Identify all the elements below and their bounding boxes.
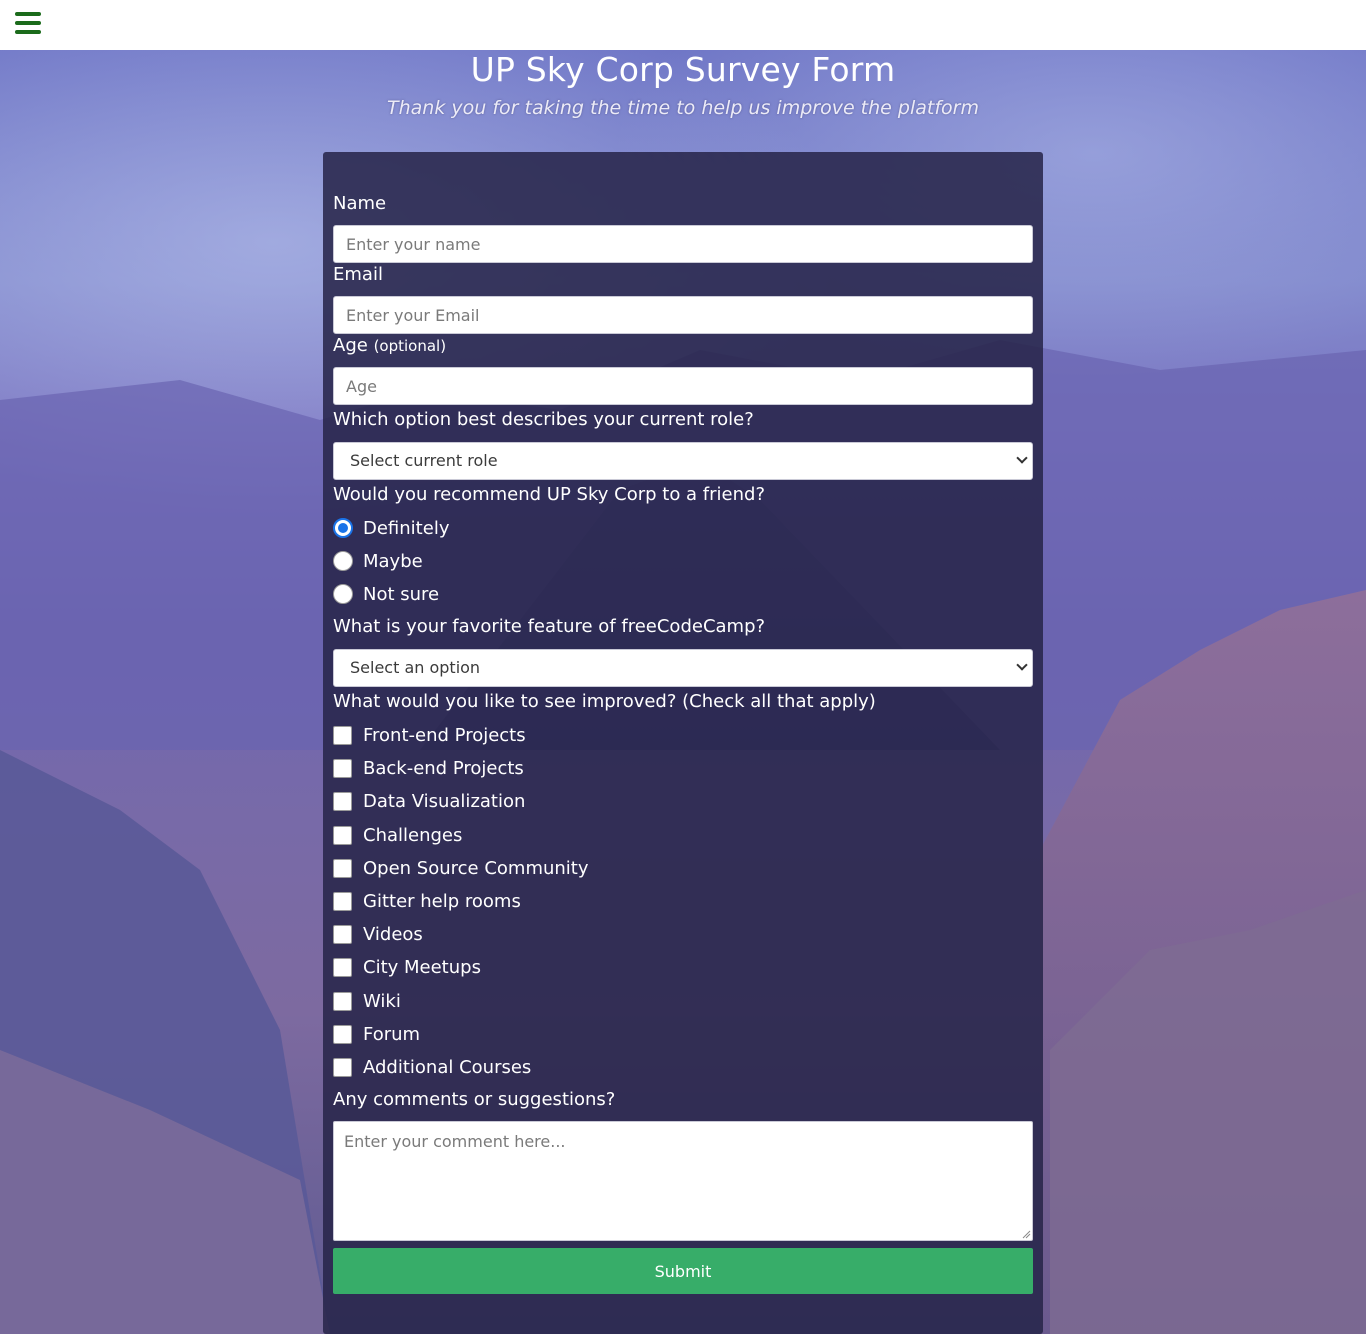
improve-option-open-source[interactable]: Open Source Community (333, 855, 589, 881)
age-label-text: Age (333, 335, 368, 356)
comments-textarea[interactable] (333, 1121, 1033, 1241)
chevron-down-icon (1016, 659, 1028, 671)
checkbox[interactable] (333, 858, 352, 878)
checkbox-label: Forum (363, 1023, 421, 1045)
email-label: Email (333, 264, 383, 285)
checkbox-label: Open Source Community (363, 857, 589, 879)
checkbox-label: Challenges (363, 824, 463, 846)
favorite-feature-label: What is your favorite feature of freeCod… (333, 616, 766, 637)
checkbox[interactable] (333, 1024, 352, 1044)
favorite-feature-dropdown[interactable]: Select an option (333, 649, 1033, 687)
improve-option-back-end[interactable]: Back-end Projects (333, 755, 524, 781)
submit-button[interactable]: Submit (333, 1248, 1033, 1294)
top-nav-bar (0, 0, 1366, 50)
checkbox[interactable] (333, 791, 352, 811)
radio-option-label: Definitely (363, 517, 450, 539)
checkbox-label: Front-end Projects (363, 724, 526, 746)
comments-label: Any comments or suggestions? (333, 1089, 616, 1110)
checkbox[interactable] (333, 1057, 352, 1077)
resize-grip-icon[interactable] (1021, 1229, 1031, 1239)
improve-option-videos[interactable]: Videos (333, 921, 423, 947)
name-label: Name (333, 193, 387, 214)
checkbox-label: Wiki (363, 990, 401, 1012)
hamburger-line (15, 12, 41, 16)
checkbox[interactable] (333, 957, 352, 977)
recommend-option-definitely[interactable]: Definitely (333, 515, 449, 541)
radio-option-label: Not sure (363, 583, 440, 605)
improve-label: What would you like to see improved? (Ch… (333, 691, 876, 712)
survey-form: Name Email Age (optional) Which option b… (323, 152, 1043, 1334)
checkbox[interactable] (333, 924, 352, 944)
improve-option-additional-courses[interactable]: Additional Courses (333, 1054, 531, 1080)
checkbox-label: Videos (363, 923, 423, 945)
role-dropdown[interactable]: Select current role (333, 442, 1033, 480)
radio-button[interactable] (333, 584, 353, 604)
improve-option-challenges[interactable]: Challenges (333, 822, 462, 848)
checkbox[interactable] (333, 891, 352, 911)
hamburger-line (15, 30, 41, 34)
favorite-selected-value: Select an option (350, 658, 481, 677)
checkbox[interactable] (333, 725, 352, 745)
improve-option-front-end[interactable]: Front-end Projects (333, 722, 526, 748)
recommend-option-not-sure[interactable]: Not sure (333, 581, 439, 607)
radio-option-label: Maybe (363, 550, 423, 572)
role-label: Which option best describes your current… (333, 409, 754, 430)
checkbox-label: Gitter help rooms (363, 890, 521, 912)
checkbox-label: City Meetups (363, 956, 481, 978)
checkbox[interactable] (333, 991, 352, 1011)
age-input[interactable] (333, 367, 1033, 405)
radio-button[interactable] (333, 551, 353, 571)
role-selected-value: Select current role (350, 451, 498, 470)
checkbox[interactable] (333, 758, 352, 778)
page-title: UP Sky Corp Survey Form (470, 50, 896, 89)
improve-option-data-viz[interactable]: Data Visualization (333, 788, 525, 814)
hamburger-line (15, 21, 41, 25)
page-subtitle: Thank you for taking the time to help us… (387, 97, 979, 119)
checkbox-label: Additional Courses (363, 1056, 532, 1078)
recommend-label: Would you recommend UP Sky Corp to a fri… (333, 484, 765, 505)
age-optional-note: (optional) (373, 337, 447, 355)
checkbox[interactable] (333, 825, 352, 845)
name-input[interactable] (333, 225, 1033, 263)
checkbox-label: Back-end Projects (363, 757, 524, 779)
improve-option-city-meetups[interactable]: City Meetups (333, 954, 481, 980)
hamburger-menu-icon[interactable] (15, 12, 41, 34)
email-input[interactable] (333, 296, 1033, 334)
radio-button-checked[interactable] (333, 518, 353, 538)
improve-option-gitter[interactable]: Gitter help rooms (333, 888, 521, 914)
improve-option-wiki[interactable]: Wiki (333, 988, 401, 1014)
recommend-option-maybe[interactable]: Maybe (333, 548, 423, 574)
age-label: Age (optional) (333, 335, 446, 356)
chevron-down-icon (1016, 452, 1028, 464)
checkbox-label: Data Visualization (363, 790, 526, 812)
improve-option-forum[interactable]: Forum (333, 1021, 420, 1047)
